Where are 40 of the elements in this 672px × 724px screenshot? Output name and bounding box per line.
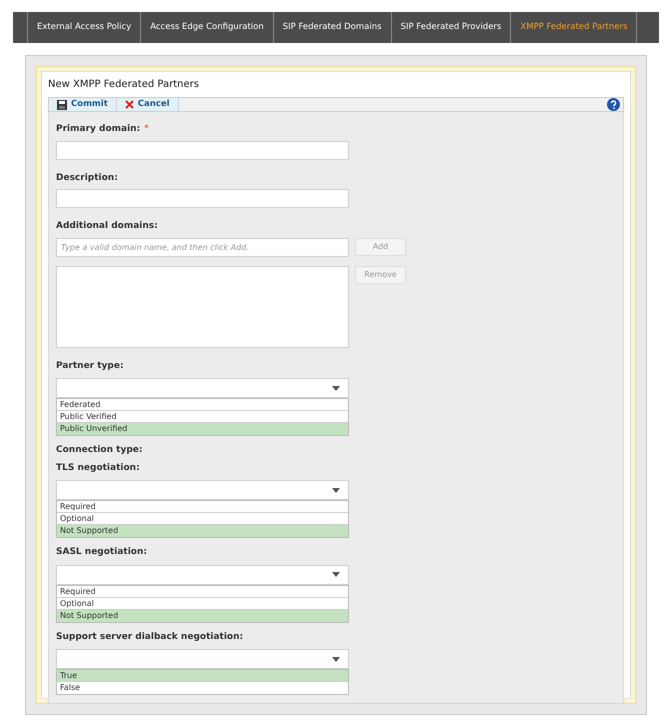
field-label: TLS negotiation: [56, 462, 140, 474]
tab[interactable]: External Access Policy [27, 12, 140, 43]
dropdown-option[interactable]: Not Supported [57, 525, 348, 537]
dropdown-option[interactable]: Required [57, 586, 348, 598]
help-icon[interactable] [607, 98, 620, 111]
close-icon [124, 100, 134, 109]
dropdown-option[interactable]: Federated [57, 399, 348, 411]
field-label: SASL negotiation: [56, 546, 147, 559]
tab[interactable]: SIP Federated Domains [272, 12, 391, 43]
field-label: Partner type: [56, 360, 124, 372]
text-field[interactable] [56, 189, 349, 208]
caret-icon [332, 656, 340, 662]
dropdown[interactable] [56, 378, 349, 398]
dropdown[interactable] [56, 649, 349, 669]
save-icon [57, 100, 67, 110]
dropdown-option[interactable]: Public Verified [57, 411, 348, 423]
field-label: Primary domain: [56, 123, 140, 136]
field-label: Connection type: [56, 444, 142, 457]
domain-list[interactable] [56, 266, 349, 348]
dropdown-option[interactable]: True [57, 670, 348, 682]
required-mark: * [144, 123, 149, 136]
dialog-title: New XMPP Federated Partners [48, 78, 200, 92]
dropdown-option[interactable]: Optional [57, 598, 348, 610]
domain-field[interactable]: Type a valid domain name, and then click Add. [56, 238, 349, 256]
commit-button[interactable]: Commit [49, 98, 117, 111]
dropdown-option[interactable]: Optional [57, 513, 348, 525]
caret-icon [332, 488, 340, 492]
dropdown[interactable] [56, 480, 349, 500]
cancel-button[interactable]: Cancel [116, 98, 179, 111]
dropdown-option[interactable]: Not Supported [57, 610, 348, 622]
field-label: Description: [56, 172, 118, 184]
field-label: Support server dialback negotiation: [56, 630, 244, 644]
dropdown[interactable] [56, 564, 349, 584]
tab[interactable]: Access Edge Configuration [140, 12, 273, 43]
dropdown-option[interactable]: Public Unverified [57, 423, 348, 435]
dropdown-option[interactable]: Required [57, 501, 348, 513]
text-field[interactable] [56, 140, 349, 160]
caret-icon [332, 572, 340, 577]
field-label: Additional domains: [56, 220, 158, 233]
caret-icon [332, 386, 340, 390]
